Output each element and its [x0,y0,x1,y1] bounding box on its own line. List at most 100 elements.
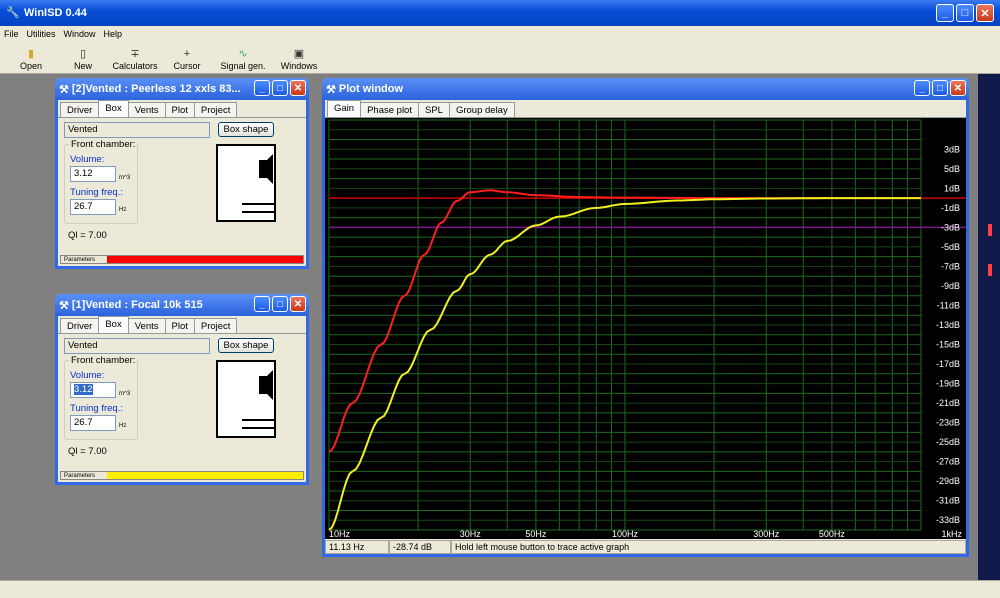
tab-project[interactable]: Project [193,102,238,117]
windows-button[interactable]: ▣ Windows [274,47,324,73]
project-window-2-titlebar[interactable]: ⚒ [2]Vented : Peerless 12 xxls 83... _ □ ✕ [55,78,309,100]
app-titlebar: 🔧 WinISD 0.44 _ □ ✕ [0,0,1000,26]
wrench-icon: ⚒ [59,83,69,96]
tab-box[interactable]: Box [98,316,129,333]
tab-strip: Driver Box Vents Plot Project [58,316,306,334]
tab-project[interactable]: Project [193,318,238,333]
windows-label: Windows [280,61,318,71]
cursor-button[interactable]: + Cursor [162,47,212,73]
plot-tab-strip: Gain Phase plot SPL Group delay [325,100,966,118]
y-tick-label: 1dB [944,183,960,193]
wrench-icon: ⚒ [326,83,336,96]
y-tick-label: -19dB [936,379,960,389]
gain-chart[interactable]: 3dB 5dB 1dB -1dB -3dB -5dB -7dB -9dB -11dB -13dB -… [325,118,966,539]
toolbar: ▮ Open ▯ New ∓ Calculators + Cursor ∿ Signal … [0,42,1000,74]
tab-spl[interactable]: SPL [417,102,450,117]
tab-gain[interactable]: Gain [327,100,362,117]
x-tick-label: 10Hz [329,529,351,539]
close-button[interactable]: ✕ [290,296,306,312]
x-tick-label: 1kHz [941,529,962,539]
maximize-button[interactable]: □ [932,80,948,96]
open-label: Open [19,61,43,71]
tab-vents[interactable]: Vents [127,318,166,333]
close-button[interactable]: ✕ [290,80,306,96]
maximize-button[interactable]: □ [272,80,288,96]
volume-label: Volume: [70,370,105,381]
project-window-2: ⚒ [2]Vented : Peerless 12 xxls 83... _ □ ✕… [55,78,309,269]
tab-group-delay[interactable]: Group delay [448,102,515,117]
new-button[interactable]: ▯ New [58,47,108,73]
graph-color-swatch [107,472,303,479]
y-tick-label: -27dB [936,457,960,467]
box-preview [216,360,276,438]
calculators-button[interactable]: ∓ Calculators [110,47,160,73]
minimize-button[interactable]: _ [936,4,954,22]
y-tick-label: -11dB [937,300,960,310]
open-button[interactable]: ▮ Open [6,47,56,73]
project-window-1-titlebar[interactable]: ⚒ [1]Vented : Focal 10k 515 _ □ ✕ [55,294,309,316]
box-shape-diagram [242,370,274,429]
tuning-input[interactable]: 26.7 [70,415,116,431]
y-tick-label: -25dB [936,437,960,447]
tab-plot[interactable]: Plot [164,102,195,117]
wrench-icon: 🔧 [6,7,20,19]
plot-window: ⚒ Plot window _ □ ✕ Gain Phase plot SPL Gr… [322,78,969,557]
menu-help[interactable]: Help [104,29,123,39]
box-type-select[interactable]: Vented [64,122,210,138]
menubar: File Utilities Window Help [0,26,1000,42]
tuning-label: Tuning freq.: [70,403,123,414]
parameters-status: Parameters [61,472,107,479]
signal-gen-button[interactable]: ∿ Signal gen. [214,47,272,73]
tab-vents[interactable]: Vents [127,102,166,117]
status-strip: Parameters [60,255,304,264]
crosshair-icon: + [183,48,191,60]
new-label: New [73,61,92,71]
cursor-frequency: 11.13 Hz [325,540,389,554]
volume-unit: m^3 [119,391,131,397]
tab-driver[interactable]: Driver [60,318,100,333]
window-title: [1]Vented : Focal 10k 515 [71,299,203,311]
x-tick-label: 30Hz [460,529,482,539]
y-tick-label: -7dB [941,261,960,271]
close-button[interactable]: ✕ [976,4,994,22]
tab-phase-plot[interactable]: Phase plot [360,102,419,117]
window-controls: _ □ ✕ [936,4,994,22]
menu-file[interactable]: File [4,29,19,39]
ql-value: Ql = 7.00 [68,446,107,457]
maximize-button[interactable]: □ [272,296,288,312]
tuning-unit: Hz [119,423,127,429]
app-statusbar [0,580,1000,598]
volume-input[interactable]: 3.12 [70,382,116,398]
windows-icon: ▣ [293,48,305,60]
y-tick-label: -3dB [941,222,960,232]
tab-plot[interactable]: Plot [164,318,195,333]
y-tick-label: -15dB [936,340,960,350]
y-tick-label: -5dB [941,242,960,252]
maximize-button[interactable]: □ [956,4,974,22]
graph-color-swatch [107,256,303,263]
minimize-button[interactable]: _ [254,80,270,96]
menu-window[interactable]: Window [64,29,96,39]
menu-utilities[interactable]: Utilities [27,29,56,39]
tab-driver[interactable]: Driver [60,102,100,117]
tuning-input[interactable]: 26.7 [70,199,116,215]
close-button[interactable]: ✕ [950,80,966,96]
volume-selected-text: 3.12 [74,384,93,395]
plot-window-titlebar[interactable]: ⚒ Plot window _ □ ✕ [322,78,969,100]
box-shape-button[interactable]: Box shape [218,338,274,353]
app-title: WinISD 0.44 [24,7,87,19]
box-preview [216,144,276,222]
volume-input[interactable]: 3.12 [70,166,116,182]
box-type-select[interactable]: Vented [64,338,210,354]
box-shape-button[interactable]: Box shape [218,122,274,137]
ql-value: Ql = 7.00 [68,230,107,241]
new-document-icon: ▯ [79,48,87,60]
plot-statusbar: 11.13 Hz -28.74 dB Hold left mouse butto… [325,540,966,554]
y-tick-label: -33dB [936,515,960,525]
tab-box[interactable]: Box [98,100,129,117]
minimize-button[interactable]: _ [914,80,930,96]
folder-icon: ▮ [27,48,35,60]
calculators-label: Calculators [112,61,158,71]
y-tick-label: -1dB [941,203,960,213]
minimize-button[interactable]: _ [254,296,270,312]
